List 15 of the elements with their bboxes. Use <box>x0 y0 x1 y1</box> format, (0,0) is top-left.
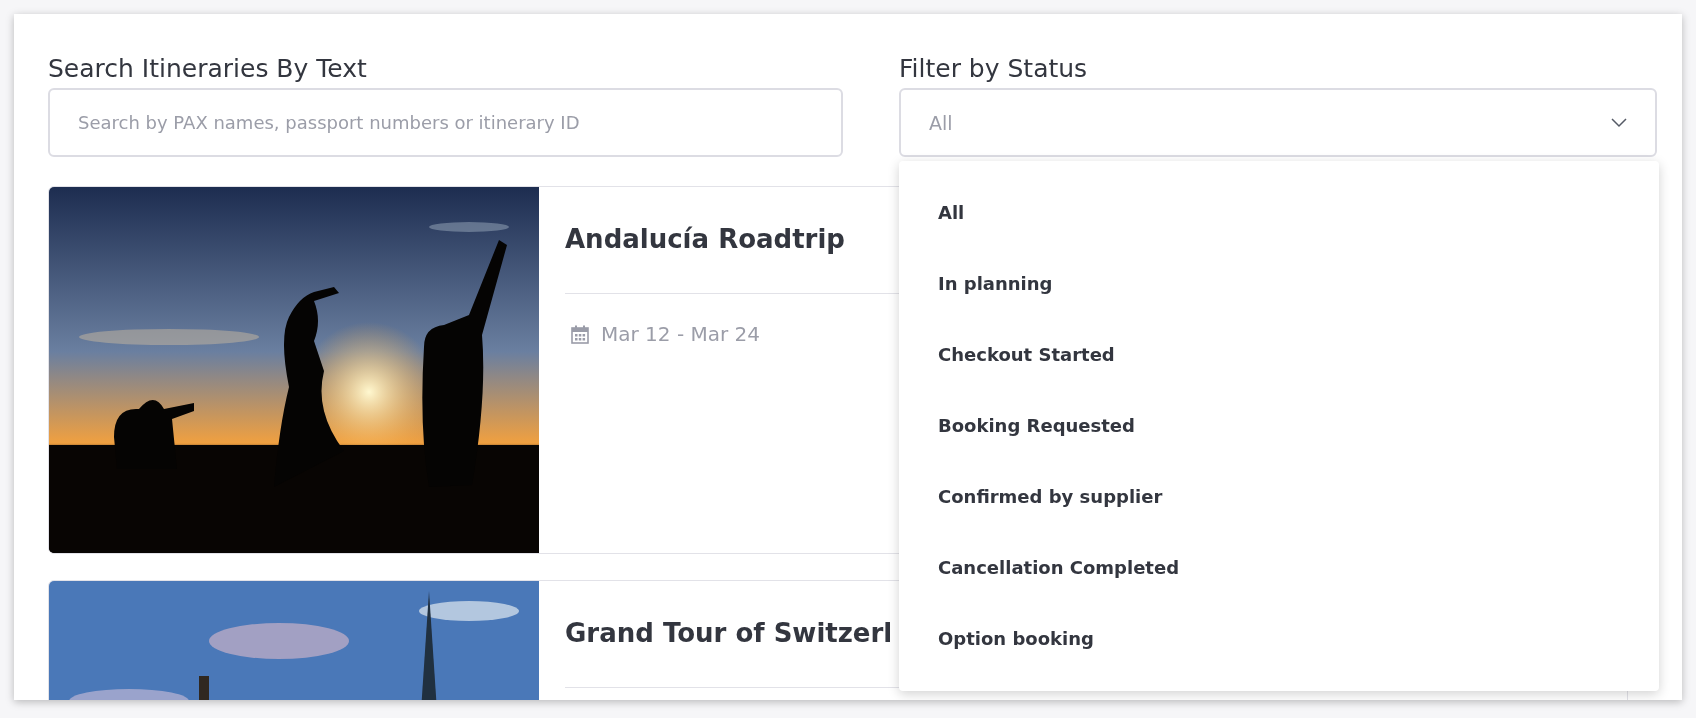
date-range: Mar 12 - Mar 24 <box>601 322 760 346</box>
status-option[interactable]: Cancellation Completed <box>899 532 1659 603</box>
status-option[interactable]: Checkout Started <box>899 319 1659 390</box>
status-option[interactable]: In planning <box>899 248 1659 319</box>
search-label: Search Itineraries By Text <box>48 53 368 85</box>
search-field[interactable]: Search by PAX names, passport numbers or itinerary ID <box>48 88 843 157</box>
itinerary-title: Grand Tour of Switzerl <box>565 617 893 650</box>
filter-label: Filter by Status <box>899 53 1089 85</box>
status-option[interactable]: Option booking <box>899 603 1659 674</box>
calendar-icon <box>571 324 589 344</box>
itinerary-title: Andalucía Roadtrip <box>565 223 845 256</box>
status-option[interactable]: Booking Requested <box>899 390 1659 461</box>
status-option[interactable]: Confirmed by supplier <box>899 461 1659 532</box>
chevron-down-icon <box>1611 117 1627 128</box>
status-option[interactable]: All <box>899 177 1659 248</box>
